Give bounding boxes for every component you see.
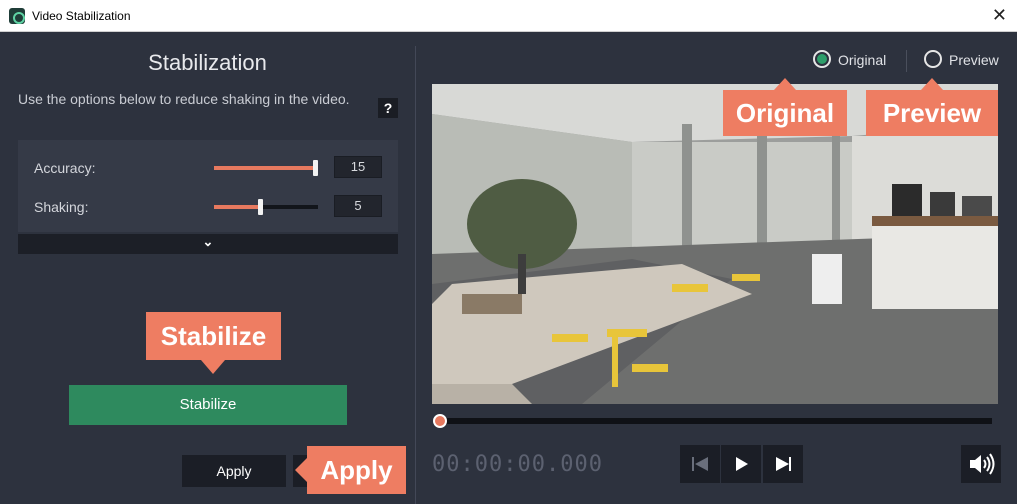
description-text: Use the options below to reduce shaking …	[18, 91, 350, 107]
shaking-label: Shaking:	[34, 199, 89, 215]
radio-preview-label: Preview	[949, 52, 999, 68]
original-callout: Original	[723, 78, 847, 136]
accuracy-slider-knob[interactable]	[313, 160, 318, 176]
accuracy-label: Accuracy:	[34, 160, 96, 176]
skip-back-button[interactable]	[680, 445, 720, 483]
stabilize-button[interactable]: Stabilize	[69, 385, 347, 425]
radio-original-label: Original	[838, 52, 887, 68]
title-bar: Video Stabilization ✕	[0, 0, 1017, 32]
apply-button[interactable]: Apply	[182, 455, 286, 487]
play-icon	[736, 457, 748, 471]
accuracy-slider[interactable]	[214, 160, 318, 176]
stabilization-window: Stabilization Use the options below to r…	[0, 32, 1017, 504]
chevron-down-icon[interactable]: ⌄	[18, 234, 398, 254]
skip-forward-button[interactable]	[763, 445, 803, 483]
volume-icon	[970, 453, 995, 475]
accuracy-slider-fill	[214, 166, 314, 170]
playhead-handle[interactable]	[433, 414, 447, 428]
skip-forward-icon	[776, 457, 791, 471]
radio-preview-circle[interactable]	[924, 50, 942, 68]
accuracy-value[interactable]: 15	[334, 156, 382, 178]
volume-button[interactable]	[961, 445, 1001, 483]
radio-separator	[906, 50, 907, 72]
radio-original-circle[interactable]	[813, 50, 831, 68]
panel-divider	[415, 46, 416, 504]
shaking-slider-fill	[214, 205, 259, 209]
window-title: Video Stabilization	[32, 9, 131, 23]
help-icon[interactable]: ?	[378, 98, 398, 118]
setting-row-accuracy: Accuracy: 15	[18, 153, 398, 183]
close-icon[interactable]: ✕	[992, 5, 1007, 26]
settings-panel: Accuracy: 15 Shaking: 5	[18, 140, 398, 232]
shaking-value[interactable]: 5	[334, 195, 382, 217]
play-button[interactable]	[721, 445, 761, 483]
stabilize-callout: Stabilize	[146, 312, 281, 374]
timecode-display: 00:00:00.000	[432, 452, 603, 477]
app-icon	[9, 8, 25, 24]
panel-title: Stabilization	[148, 50, 267, 75]
apply-callout: Apply	[295, 446, 406, 494]
shaking-slider[interactable]	[214, 199, 318, 215]
preview-callout: Preview	[866, 78, 998, 136]
setting-row-shaking: Shaking: 5	[18, 192, 398, 222]
skip-back-icon	[692, 457, 708, 471]
timeline-track[interactable]	[440, 418, 992, 424]
shaking-slider-knob[interactable]	[258, 199, 263, 215]
